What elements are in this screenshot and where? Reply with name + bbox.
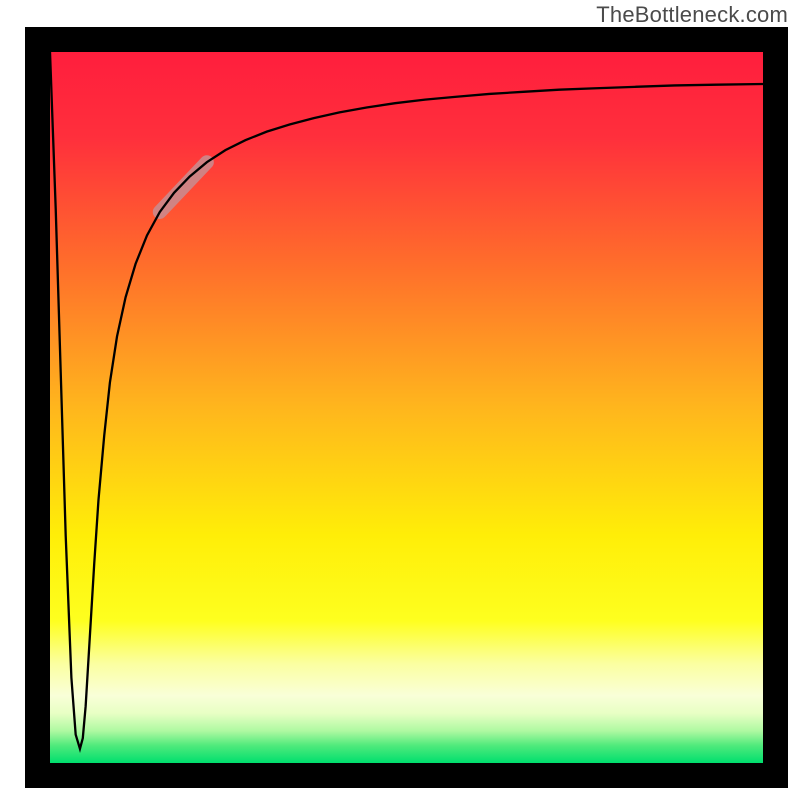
plot-border [25,27,788,788]
chart-canvas: TheBottleneck.com [0,0,800,800]
watermark-text: TheBottleneck.com [596,2,788,28]
